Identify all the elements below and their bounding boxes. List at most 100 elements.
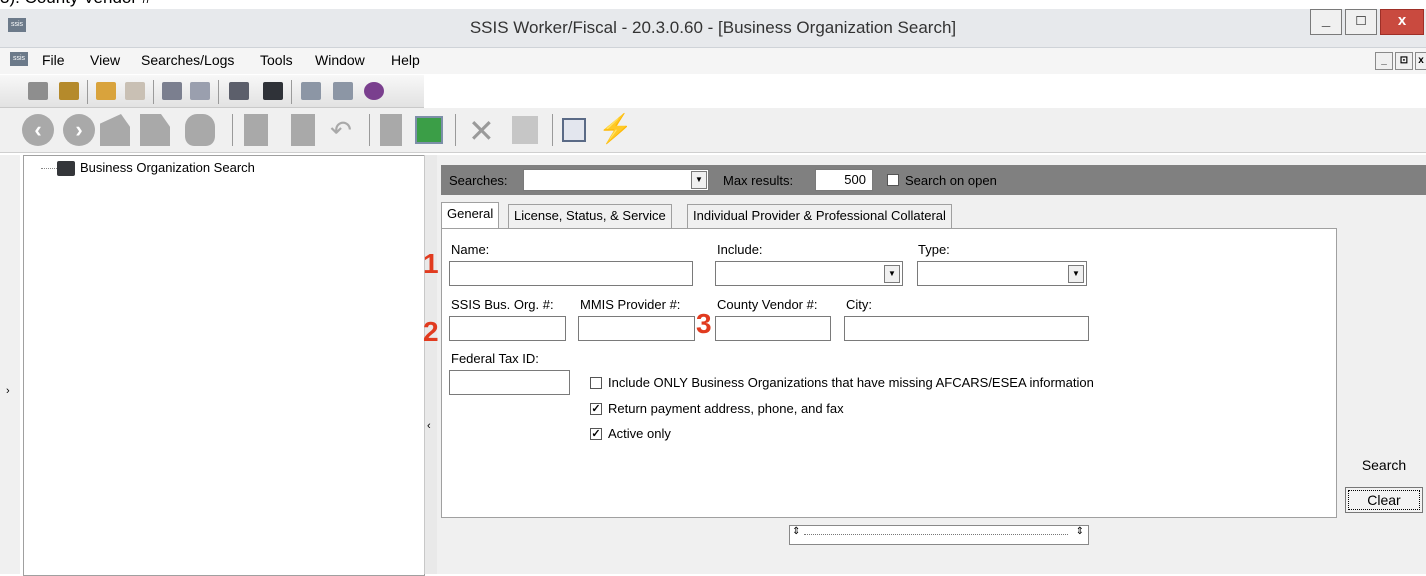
maximize-button[interactable]: □ bbox=[1345, 9, 1377, 35]
federal-tax-id-input[interactable] bbox=[449, 370, 570, 395]
chevron-down-icon[interactable]: ▼ bbox=[884, 265, 900, 283]
toolbar-separator bbox=[218, 80, 219, 104]
ssis-bus-org-input[interactable] bbox=[449, 316, 566, 341]
toolbar-separator bbox=[153, 80, 154, 104]
toolbar-separator bbox=[455, 114, 456, 146]
minimize-button[interactable]: _ bbox=[1310, 9, 1342, 35]
toolbar-separator bbox=[369, 114, 370, 146]
annotation-three: 3 bbox=[696, 308, 712, 339]
panel-splitter[interactable]: ‹ bbox=[424, 155, 438, 574]
save-icon[interactable] bbox=[291, 114, 315, 146]
undo-icon[interactable]: ↶ bbox=[326, 117, 356, 143]
tree-connector bbox=[41, 168, 57, 169]
window-title: SSIS Worker/Fiscal - 20.3.0.60 - [Busine… bbox=[469, 18, 957, 37]
annotation-two: 2 bbox=[423, 316, 439, 347]
menu-help[interactable]: Help bbox=[391, 52, 420, 68]
organization-icon[interactable] bbox=[263, 82, 283, 100]
payment-icon[interactable] bbox=[190, 82, 210, 100]
mmis-provider-label: MMIS Provider #: bbox=[580, 297, 681, 312]
chevron-down-icon[interactable]: ▼ bbox=[691, 171, 707, 189]
tab-individual-provider[interactable]: Individual Provider & Professional Colla… bbox=[687, 204, 952, 228]
chevron-down-icon[interactable]: ▼ bbox=[1068, 265, 1084, 283]
searches-dropdown[interactable]: ▼ bbox=[523, 169, 709, 191]
menu-bar: ssis File View Searches/Logs Tools Windo… bbox=[0, 48, 1426, 74]
city-input[interactable] bbox=[844, 316, 1089, 341]
type-dropdown[interactable]: ▼ bbox=[917, 261, 1087, 286]
county-vendor-label: County Vendor #: bbox=[717, 297, 818, 312]
city-label: City: bbox=[846, 297, 872, 312]
mmis-provider-input[interactable] bbox=[578, 316, 695, 341]
organization-tree-icon bbox=[57, 161, 75, 176]
menu-view[interactable]: View bbox=[90, 52, 120, 68]
refresh-icon[interactable] bbox=[415, 116, 443, 144]
county-vendor-input[interactable] bbox=[715, 316, 831, 341]
resize-up-down-icon: ⇕ bbox=[1075, 526, 1084, 537]
provider-icon[interactable] bbox=[229, 82, 249, 100]
new-document-icon[interactable] bbox=[244, 114, 268, 146]
panel-resize-handle[interactable]: ⇕ ⇕ bbox=[789, 525, 1089, 545]
sign-in-icon[interactable] bbox=[28, 82, 48, 100]
mdi-close-button[interactable]: x bbox=[1415, 52, 1426, 70]
form-icon[interactable] bbox=[562, 118, 586, 142]
toolbar-separator bbox=[232, 114, 233, 146]
lightning-icon[interactable]: ⚡ bbox=[598, 112, 633, 145]
collapse-arrow-icon[interactable]: ‹ bbox=[427, 420, 431, 432]
federal-tax-id-label: Federal Tax ID: bbox=[451, 351, 539, 366]
include-label: Include: bbox=[717, 242, 763, 257]
forward-icon[interactable]: › bbox=[63, 114, 95, 146]
ssis-bus-org-label: SSIS Bus. Org. #: bbox=[451, 297, 554, 312]
annotation-one: 1 bbox=[423, 248, 439, 279]
search-on-open-checkbox[interactable] bbox=[887, 174, 899, 186]
report-icon[interactable] bbox=[301, 82, 321, 100]
max-results-label: Max results: bbox=[723, 173, 794, 188]
missing-afcars-label: Include ONLY Business Organizations that… bbox=[608, 375, 1094, 390]
mdi-app-icon: ssis bbox=[10, 52, 28, 66]
menu-searches-logs[interactable]: Searches/Logs bbox=[141, 52, 234, 68]
toolbar-separator bbox=[291, 80, 292, 104]
type-label: Type: bbox=[918, 242, 950, 257]
delete-person-icon[interactable] bbox=[380, 114, 402, 146]
sign-off-icon[interactable] bbox=[59, 82, 79, 100]
people-icon[interactable] bbox=[162, 82, 182, 100]
search-button[interactable]: Search bbox=[1345, 452, 1423, 478]
name-input[interactable] bbox=[449, 261, 693, 286]
navigation-tree bbox=[23, 155, 425, 576]
tree-item-business-organization-search[interactable]: Business Organization Search bbox=[80, 160, 255, 175]
mdi-minimize-button[interactable]: _ bbox=[1375, 52, 1393, 70]
close-button[interactable]: x bbox=[1380, 9, 1424, 35]
back-icon[interactable]: ‹ bbox=[22, 114, 54, 146]
log-icon[interactable] bbox=[96, 82, 116, 100]
active-only-label: Active only bbox=[608, 426, 671, 441]
window-title-bar: ssis SSIS Worker/Fiscal - 20.3.0.60 - [B… bbox=[0, 9, 1426, 48]
resize-grip bbox=[804, 534, 1068, 535]
caption-text: 3). County Vendor # bbox=[0, 0, 151, 8]
toolbar-separator bbox=[87, 80, 88, 104]
tab-license-status-service[interactable]: License, Status, & Service bbox=[508, 204, 672, 228]
disabled-edit-icon[interactable] bbox=[512, 116, 538, 144]
max-results-input[interactable]: 500 bbox=[815, 169, 873, 191]
menu-file[interactable]: File bbox=[42, 52, 65, 68]
clear-button[interactable]: Clear bbox=[1345, 487, 1423, 513]
report-alt-icon[interactable] bbox=[333, 82, 353, 100]
missing-afcars-checkbox[interactable] bbox=[590, 377, 602, 389]
search-criteria-bar: Searches: ▼ Max results: 500 Search on o… bbox=[441, 165, 1426, 195]
expand-arrow-icon[interactable]: › bbox=[6, 385, 10, 397]
person-icon[interactable] bbox=[185, 114, 215, 146]
mdi-restore-button[interactable]: ⊡ bbox=[1395, 52, 1413, 70]
active-only-checkbox[interactable]: ✓ bbox=[590, 428, 602, 440]
toolbar-separator bbox=[552, 114, 553, 146]
tab-general[interactable]: General bbox=[441, 202, 500, 228]
search-on-open-label: Search on open bbox=[905, 173, 997, 188]
menu-window[interactable]: Window bbox=[315, 52, 365, 68]
include-dropdown[interactable]: ▼ bbox=[715, 261, 903, 286]
cancel-x-icon[interactable]: ✕ bbox=[468, 112, 495, 150]
return-payment-checkbox[interactable]: ✓ bbox=[590, 403, 602, 415]
left-collapse-strip[interactable]: › bbox=[0, 155, 20, 574]
name-label: Name: bbox=[451, 242, 490, 257]
resize-up-down-icon: ⇕ bbox=[792, 526, 801, 537]
book-icon[interactable] bbox=[364, 82, 384, 100]
hand-icon[interactable] bbox=[125, 82, 145, 100]
return-payment-label: Return payment address, phone, and fax bbox=[608, 401, 844, 416]
menu-tools[interactable]: Tools bbox=[260, 52, 293, 68]
searches-label: Searches: bbox=[449, 173, 508, 188]
